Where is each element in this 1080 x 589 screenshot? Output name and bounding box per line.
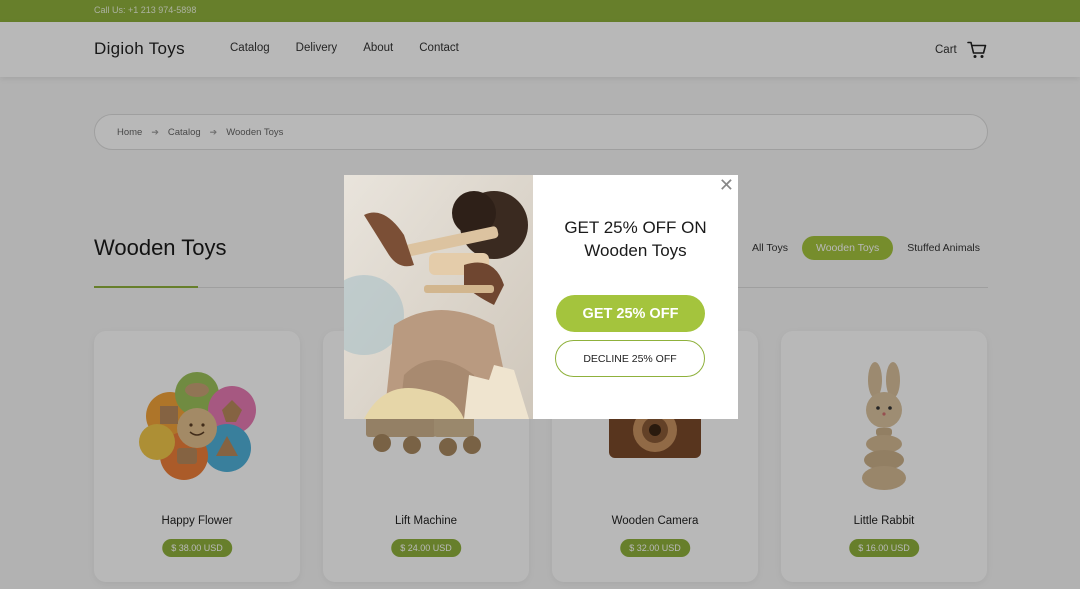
popup-headline-line1: GET 25% OFF ON [564, 218, 707, 237]
popup-photo [344, 175, 533, 419]
popup-headline: GET 25% OFF ON Wooden Toys [533, 216, 738, 262]
accept-discount-button[interactable]: GET 25% OFF [556, 295, 705, 332]
discount-popup: ✕ GET 25% OFF ON Wooden Toys GET 25% OFF… [344, 175, 738, 419]
popup-headline-line2: Wooden Toys [584, 241, 687, 260]
decline-discount-button[interactable]: DECLINE 25% OFF [555, 340, 705, 377]
close-icon[interactable]: ✕ [719, 176, 734, 194]
popup-content: ✕ GET 25% OFF ON Wooden Toys GET 25% OFF… [533, 175, 738, 419]
